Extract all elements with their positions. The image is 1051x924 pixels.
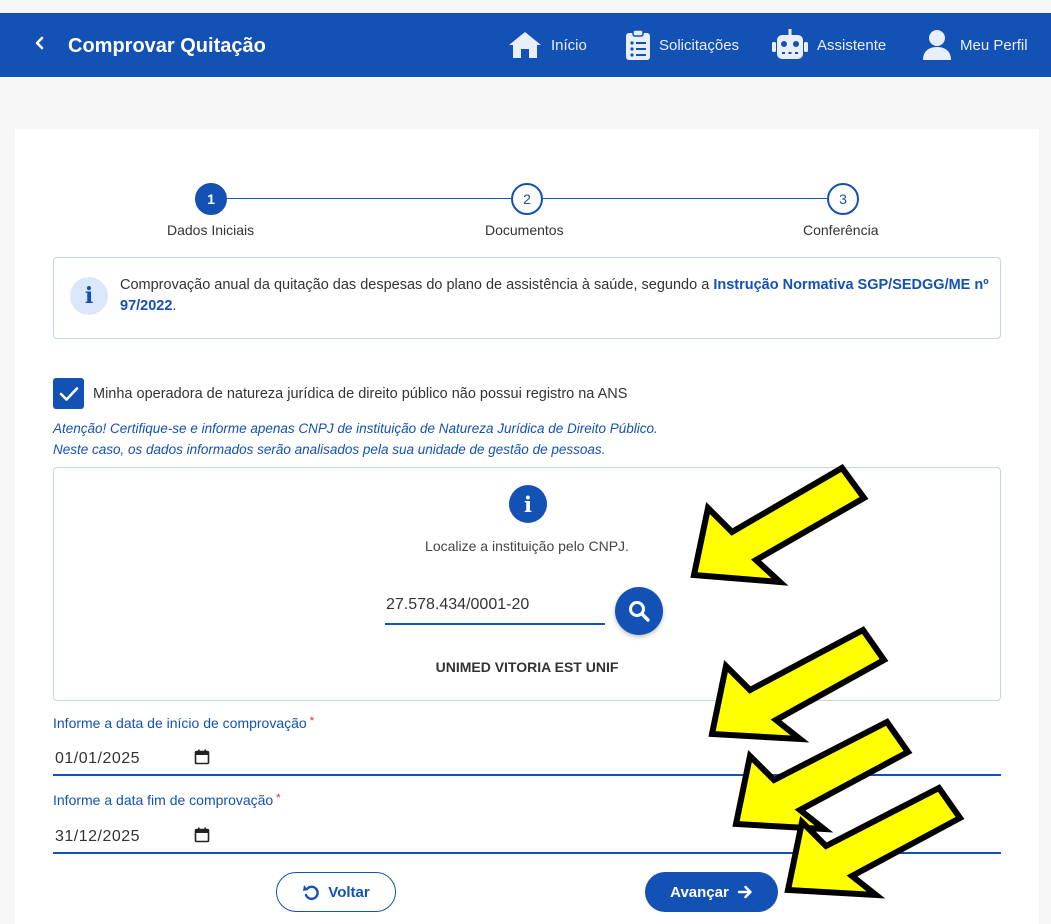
nav-meu-perfil-label: Meu Perfil	[960, 36, 1028, 54]
calendar-icon[interactable]	[194, 827, 210, 848]
home-icon	[507, 30, 543, 60]
user-icon	[922, 29, 952, 61]
voltar-button[interactable]: Voltar	[276, 872, 396, 912]
annotation-arrow	[690, 464, 869, 586]
info-text: Comprovação anual da quitação das despes…	[120, 275, 990, 317]
clipboard-list-icon	[625, 29, 651, 61]
end-date-label: Informe a data fim de comprovação *	[53, 792, 281, 808]
step-3-circle[interactable]: 3	[827, 183, 859, 215]
robot-icon	[771, 29, 809, 61]
stepper-connector	[227, 198, 512, 199]
avancar-button[interactable]: Avançar	[645, 872, 778, 912]
nav-solicitacoes[interactable]: Solicitações	[625, 27, 739, 63]
info-icon: i	[509, 485, 547, 523]
end-date-label-text: Informe a data fim de comprovação	[53, 792, 274, 808]
avancar-button-label: Avançar	[670, 883, 729, 901]
annotation-arrow	[784, 784, 965, 899]
voltar-button-label: Voltar	[328, 883, 370, 901]
top-bar: Comprovar Quitação Início Solicitações A…	[0, 13, 1051, 77]
nav-assistente-label: Assistente	[817, 36, 887, 54]
start-date-label-text: Informe a data de início de comprovação	[53, 715, 307, 731]
nav-meu-perfil[interactable]: Meu Perfil	[922, 27, 1028, 63]
step-2-label: Documentos	[485, 222, 564, 238]
nav-home-label: Início	[551, 36, 587, 54]
nav-home[interactable]: Início	[507, 27, 587, 63]
required-mark: *	[309, 715, 314, 727]
ans-registro-checkbox-label[interactable]: Minha operadora de natureza jurídica de …	[93, 386, 627, 402]
info-text-suffix: .	[172, 298, 177, 314]
nav-assistente[interactable]: Assistente	[771, 27, 886, 63]
info-box: i Comprovação anual da quitação das desp…	[53, 257, 1001, 339]
page-title: Comprovar Quitação	[68, 35, 266, 57]
undo-icon	[303, 885, 320, 901]
check-icon	[59, 386, 78, 401]
calendar-icon[interactable]	[194, 749, 210, 770]
info-icon: i	[70, 277, 108, 315]
warning-text: Atenção! Certifique-se e informe apenas …	[53, 418, 658, 460]
step-2-circle[interactable]: 2	[511, 183, 543, 215]
warning-line-1: Atenção! Certifique-se e informe apenas …	[53, 421, 658, 436]
search-button[interactable]	[615, 587, 663, 635]
cnpj-input[interactable]	[385, 593, 605, 625]
ans-registro-checkbox[interactable]	[53, 378, 84, 409]
step-3-label: Conferência	[803, 222, 879, 238]
search-icon	[629, 601, 650, 622]
end-date-value: 31/12/2025	[55, 828, 141, 845]
step-1-label: Dados Iniciais	[167, 222, 255, 238]
warning-line-2: Neste caso, os dados informados serão an…	[53, 442, 606, 457]
stepper-connector	[543, 198, 828, 199]
arrow-right-icon	[737, 885, 752, 899]
back-chevron-icon[interactable]	[34, 33, 46, 59]
nav-solicitacoes-label: Solicitações	[659, 36, 740, 54]
start-date-label: Informe a data de início de comprovação *	[53, 715, 314, 731]
step-1-circle[interactable]: 1	[195, 183, 227, 215]
required-mark: *	[276, 792, 281, 804]
start-date-value: 01/01/2025	[55, 750, 141, 767]
info-text-body: Comprovação anual da quitação das despes…	[120, 277, 714, 293]
